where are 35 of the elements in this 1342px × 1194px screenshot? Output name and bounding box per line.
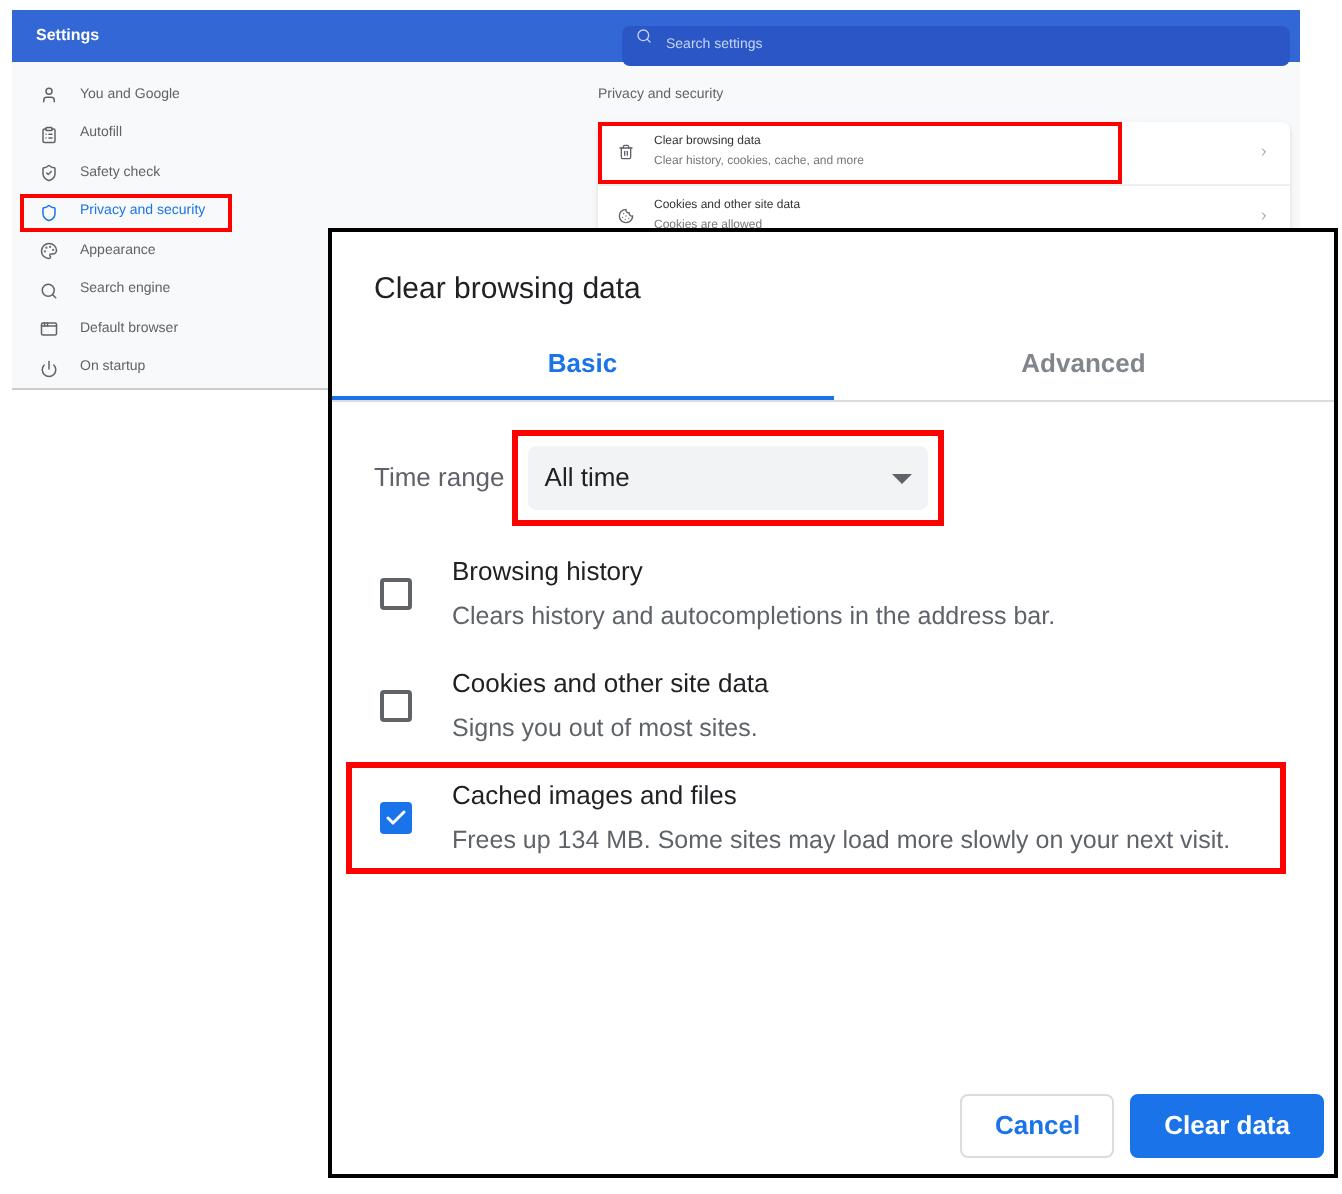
check-icon bbox=[384, 806, 408, 830]
power-icon bbox=[40, 359, 58, 378]
cookie-icon bbox=[618, 207, 634, 223]
option-row[interactable]: Browsing history Clears history and autocompletions in the address bar. bbox=[346, 538, 1286, 650]
confirm-button[interactable]: Clear data bbox=[1130, 1094, 1324, 1158]
palette-icon bbox=[40, 242, 58, 261]
option-row[interactable]: Cookies and other site data Signs you out of most sites. bbox=[346, 650, 1286, 762]
time-range-label: Time range bbox=[374, 460, 505, 497]
option-description: Frees up 134 MB. Some sites may load more slowly on your next visit. bbox=[452, 823, 1231, 858]
clipboard-icon bbox=[40, 125, 58, 144]
dropdown-caret-icon bbox=[892, 473, 913, 483]
option-title: Cached images and files bbox=[452, 778, 739, 815]
checkbox[interactable] bbox=[380, 802, 412, 834]
chevron-icon bbox=[1258, 146, 1270, 158]
settings-title: Settings bbox=[36, 24, 102, 48]
checkbox[interactable] bbox=[380, 690, 412, 722]
shield-icon bbox=[40, 203, 58, 222]
option-description: Signs you out of most sites. bbox=[452, 711, 760, 746]
checkbox[interactable] bbox=[380, 578, 412, 610]
window-icon bbox=[40, 320, 58, 339]
search-icon bbox=[40, 281, 58, 300]
time-range-dropdown[interactable]: All time bbox=[528, 446, 929, 510]
option-title: Cookies and other site data bbox=[452, 666, 769, 703]
shield-check-icon bbox=[40, 164, 58, 183]
cancel-button[interactable]: Cancel bbox=[960, 1094, 1115, 1158]
trash-icon bbox=[618, 144, 634, 160]
search-icon bbox=[636, 28, 652, 44]
tab[interactable]: Basic bbox=[332, 332, 833, 400]
chevron-icon bbox=[1258, 209, 1270, 221]
person-icon bbox=[40, 86, 58, 105]
dialog-title: Clear browsing data bbox=[372, 270, 643, 310]
option-row[interactable]: Cached images and files Frees up 134 MB. Some sites may load more slowly on your next visit. bbox=[346, 762, 1286, 874]
option-description: Clears history and autocompletions in the address bar. bbox=[452, 599, 1056, 634]
option-title: Browsing history bbox=[452, 554, 645, 591]
tab[interactable]: Advanced bbox=[833, 332, 1334, 400]
